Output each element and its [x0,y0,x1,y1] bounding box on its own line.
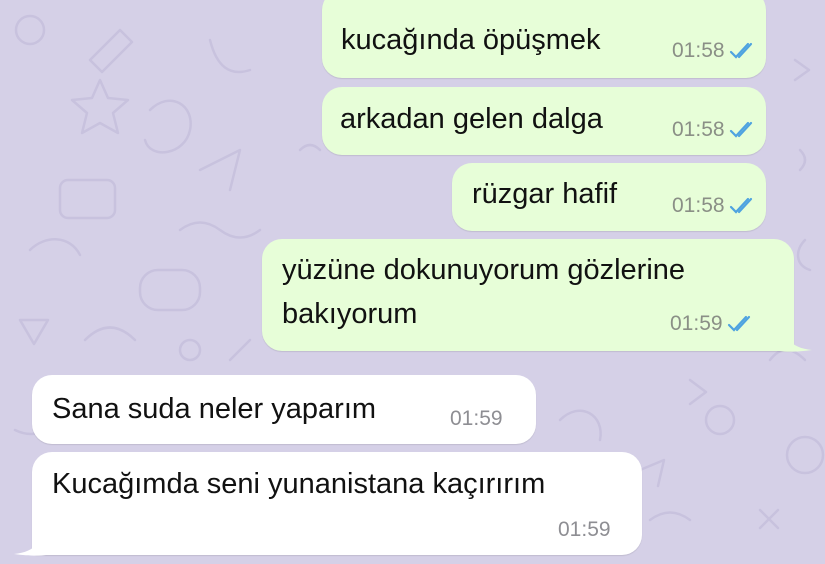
message-meta: 01:58 [672,194,757,218]
outgoing-bubble-tail [780,316,812,352]
incoming-bubble-tail [14,520,46,556]
message-text: yüzüne dokunuyorum gözlerine [282,254,686,286]
message-text: kucağında öpüşmek [341,24,601,56]
outgoing-message-bubble[interactable]: yüzüne dokunuyorum gözlerine bakıyorum 0… [262,239,794,351]
read-double-check-icon [729,121,752,138]
message-meta: 01:59 [558,518,611,542]
outgoing-message-bubble[interactable]: rüzgar hafif 01:58 [452,163,766,231]
message-time: 01:58 [672,39,725,62]
outgoing-message-bubble[interactable]: kucağında öpüşmek 01:58 [322,0,766,78]
incoming-message-bubble[interactable]: Kucağımda seni yunanistana kaçırırım 01:… [32,452,642,555]
message-meta: 01:59 [450,407,503,431]
message-text: arkadan gelen dalga [340,103,603,135]
read-double-check-icon [729,197,752,214]
message-time: 01:58 [672,118,725,141]
read-double-check-icon [727,315,750,332]
message-time: 01:59 [450,407,503,430]
read-double-check-icon [729,42,752,59]
message-time: 01:59 [558,518,611,541]
message-text: bakıyorum [282,298,418,330]
message-meta: 01:58 [672,118,757,142]
message-time: 01:58 [672,194,725,217]
message-text: rüzgar hafif [472,178,618,210]
message-meta: 01:59 [670,312,755,336]
incoming-message-bubble[interactable]: Sana suda neler yaparım 01:59 [32,375,536,444]
message-meta: 01:58 [672,39,757,63]
message-text: Sana suda neler yaparım [52,393,377,425]
outgoing-message-bubble[interactable]: arkadan gelen dalga 01:58 [322,87,766,155]
message-time: 01:59 [670,312,723,335]
message-text: Kucağımda seni yunanistana kaçırırım [52,468,546,500]
